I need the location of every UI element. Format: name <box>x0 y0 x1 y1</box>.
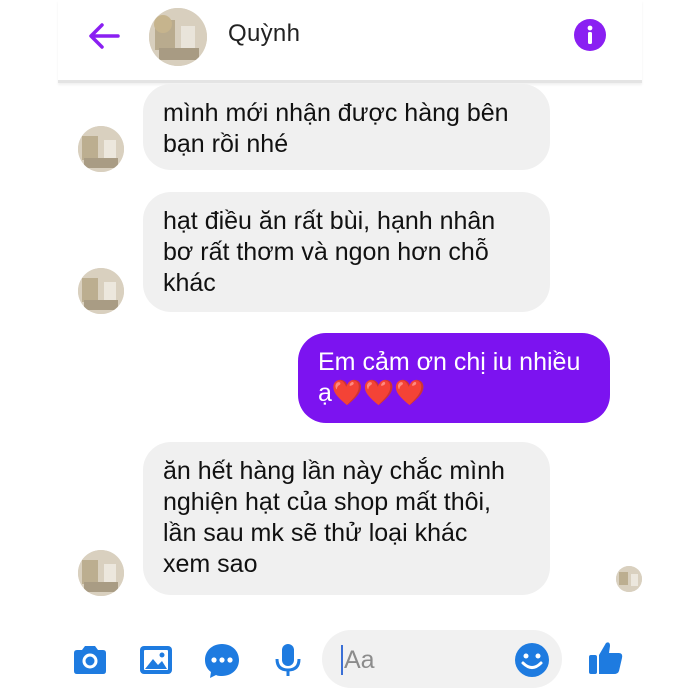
message-bubble-outgoing[interactable]: Em cảm ơn chị iu nhiều ạ❤️❤️❤️ <box>298 333 610 423</box>
sender-avatar[interactable] <box>78 550 124 596</box>
message-bubble-incoming[interactable]: hạt điều ăn rất bùi, hạnh nhân bơ rất th… <box>143 192 550 312</box>
message-bubble-incoming[interactable]: ăn hết hàng lần này chắc mình nghiện hạt… <box>143 442 550 595</box>
image-icon[interactable] <box>136 640 176 680</box>
seen-indicator-avatar <box>616 566 642 592</box>
chat-bubble-icon[interactable] <box>202 640 242 680</box>
emoji-icon[interactable] <box>512 640 552 680</box>
message-bubble-incoming[interactable]: mình mới nhận được hàng bên bạn rồi nhé <box>143 84 550 170</box>
contact-avatar[interactable] <box>149 8 207 66</box>
microphone-icon[interactable] <box>268 640 308 680</box>
contact-name[interactable]: Quỳnh <box>228 20 300 48</box>
camera-icon[interactable] <box>70 640 110 680</box>
text-caret <box>341 645 343 675</box>
thumbs-up-icon[interactable] <box>586 638 626 678</box>
info-icon[interactable] <box>573 18 607 52</box>
sender-avatar[interactable] <box>78 126 124 172</box>
sender-avatar[interactable] <box>78 268 124 314</box>
input-placeholder: Aa <box>344 646 375 674</box>
arrow-left-icon[interactable] <box>86 18 122 54</box>
chat-header <box>58 0 642 83</box>
heart-emoji: ❤️❤️❤️ <box>331 379 426 407</box>
